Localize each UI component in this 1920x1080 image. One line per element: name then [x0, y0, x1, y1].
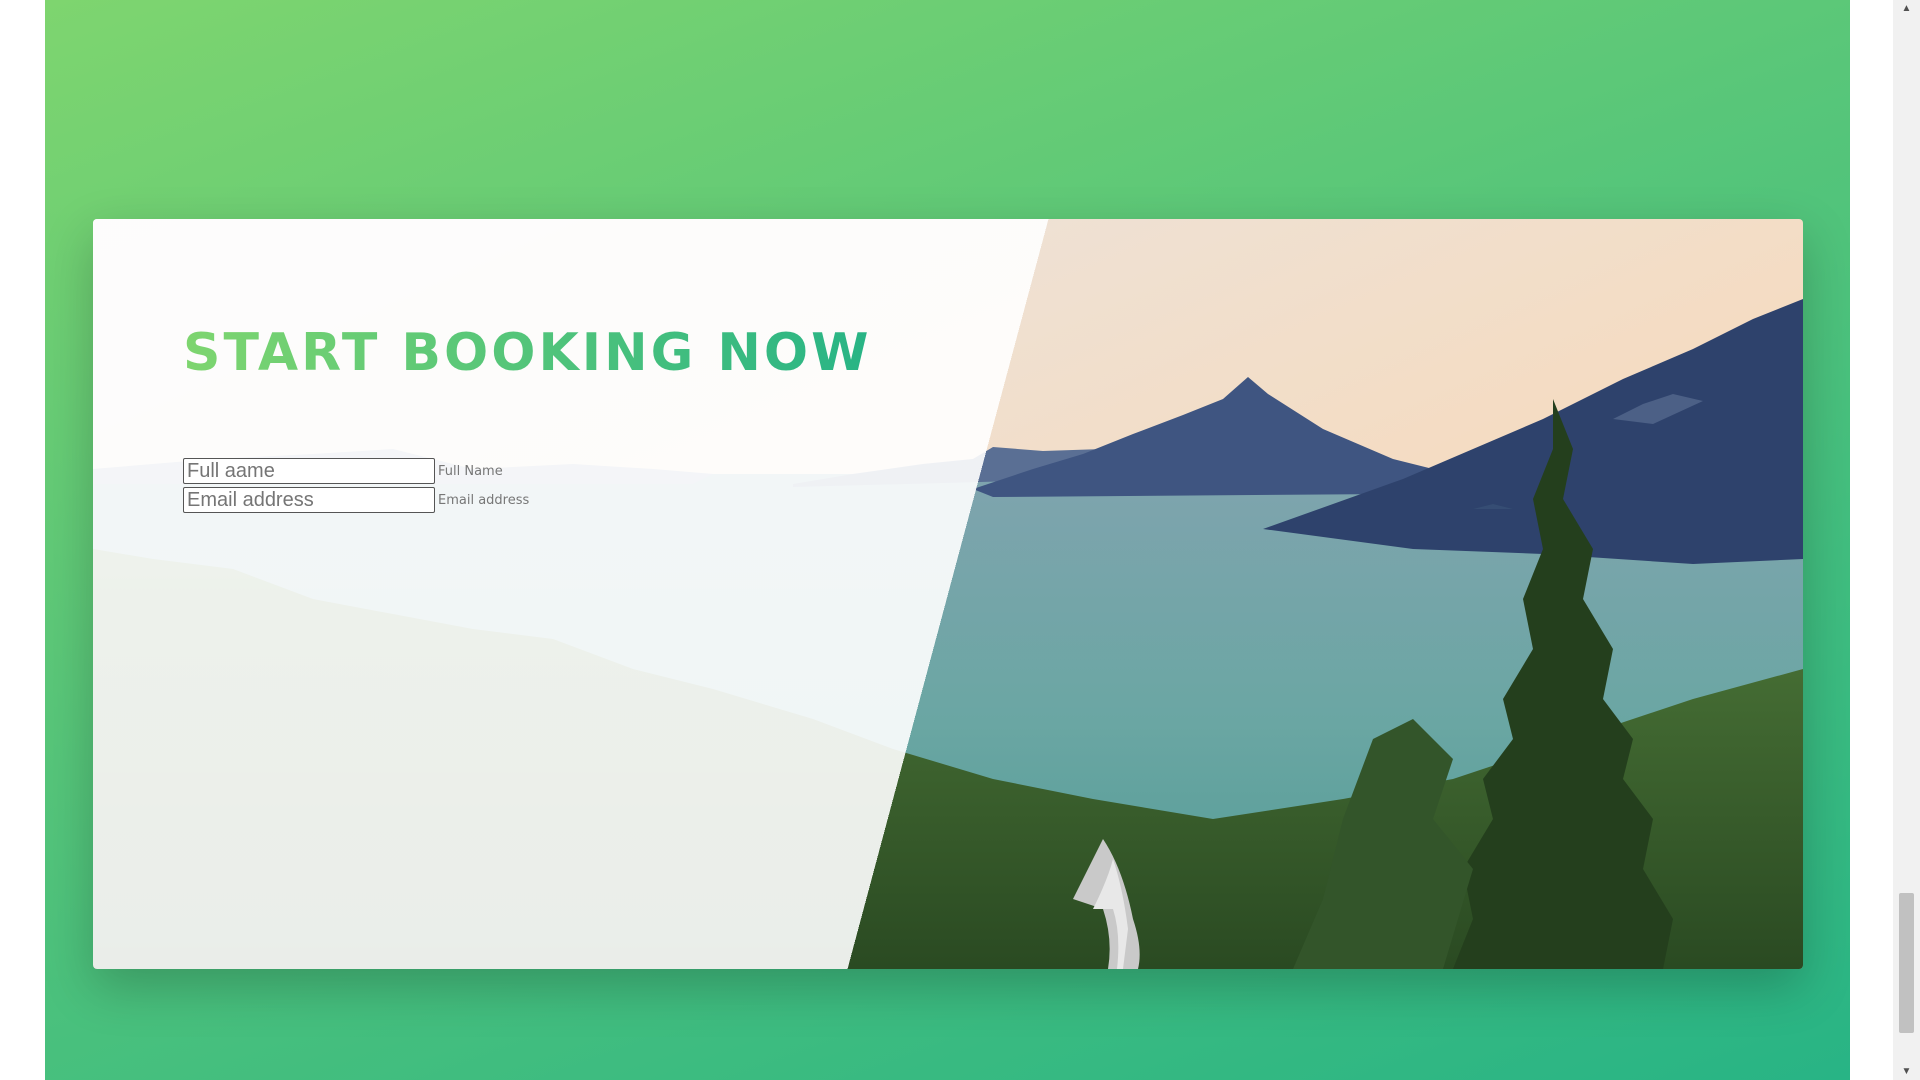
booking-card: START BOOKING NOW Full Name Email addres… — [93, 219, 1803, 969]
full-name-label: Full Name — [438, 463, 503, 479]
booking-title: START BOOKING NOW — [183, 323, 872, 383]
vertical-scrollbar[interactable]: ▲ ▼ — [1893, 0, 1920, 1080]
email-label: Email address — [438, 492, 530, 508]
scroll-up-icon[interactable]: ▲ — [1893, 0, 1920, 17]
email-input[interactable] — [183, 487, 435, 513]
full-name-input[interactable] — [183, 458, 435, 484]
scroll-down-icon[interactable]: ▼ — [1893, 1063, 1920, 1080]
booking-section-background: START BOOKING NOW Full Name Email addres… — [45, 0, 1850, 1080]
scroll-thumb[interactable] — [1899, 893, 1914, 1033]
email-group: Email address — [183, 487, 529, 513]
full-name-group: Full Name — [183, 458, 503, 484]
